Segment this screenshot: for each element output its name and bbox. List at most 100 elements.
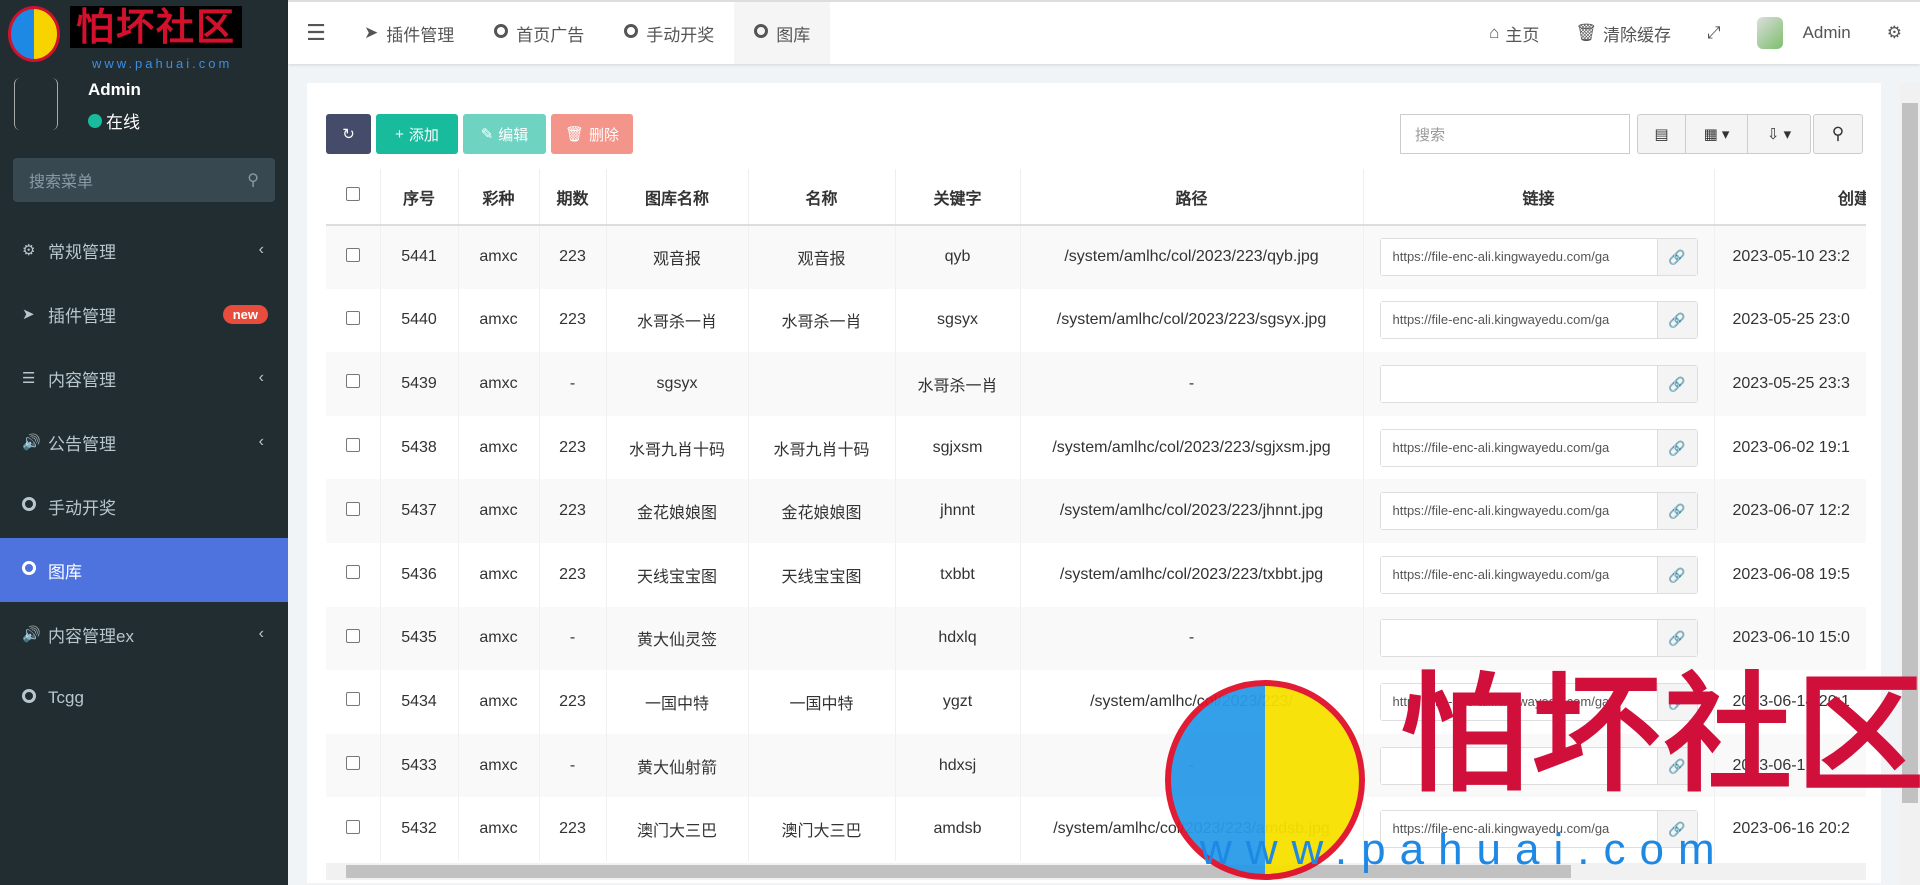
sidebar-item-7[interactable]: Tcgg [0, 666, 288, 730]
row-checkbox[interactable] [326, 352, 381, 416]
select-all-checkbox[interactable] [326, 169, 381, 226]
tab-1[interactable]: 首页广告 [474, 2, 604, 64]
row-checkbox[interactable] [326, 606, 381, 671]
columns-dropdown-icon[interactable]: ▦ ▾ [1686, 115, 1748, 153]
row-checkbox[interactable] [326, 479, 381, 543]
advanced-search-icon[interactable]: ⚲ [1813, 114, 1863, 154]
link-icon[interactable]: 🔗 [1656, 365, 1697, 402]
sidebar-item-0[interactable]: ⚙ 常规管理 ‹ [0, 218, 288, 282]
table-row[interactable]: 5439 amxc - sgsyx 水哥杀一肖 - 🔗 2023-05-25 23:3 [326, 352, 1866, 416]
row-checkbox[interactable] [326, 225, 381, 289]
link-icon[interactable]: 🔗 [1656, 620, 1697, 657]
link-input[interactable] [1380, 620, 1657, 657]
table-row[interactable]: 5440 amxc 223 水哥杀一肖 水哥杀一肖 sgsyx/system/amlhc/… [326, 288, 1866, 353]
vertical-scrollbar-thumb[interactable] [1902, 103, 1918, 803]
cell: amxc [458, 606, 540, 671]
sidebar-item-3[interactable]: 🔊 公告管理 ‹ [0, 410, 288, 474]
row-checkbox[interactable] [326, 733, 381, 798]
link-icon[interactable]: 🔗 [1656, 556, 1697, 593]
cell: 水哥九肖十码 [748, 415, 896, 480]
link-icon[interactable]: 🔗 [1656, 811, 1697, 848]
horizontal-scrollbar-thumb[interactable] [346, 865, 1571, 878]
tab-3[interactable]: 图库 [734, 2, 831, 64]
link-icon[interactable]: 🔗 [1656, 493, 1697, 530]
column-header[interactable]: 路径 [1020, 169, 1364, 226]
edit-button[interactable]: ✎ 编辑 [463, 114, 546, 154]
column-header[interactable]: 图库名称 [606, 169, 749, 226]
link-cell: https://file-enc-ali.kingwayedu.com/ga 🔗 [1363, 479, 1715, 543]
cell: 2023-05-25 23:0 [1714, 288, 1866, 353]
sidebar-item-1[interactable]: ➤ 插件管理 new [0, 282, 288, 346]
export-dropdown-icon[interactable]: ⇩ ▾ [1748, 115, 1810, 153]
cell: 天线宝宝图 [748, 542, 896, 607]
tab-2[interactable]: 手动开奖 [604, 2, 734, 64]
column-header[interactable]: 名称 [748, 169, 896, 226]
link-input[interactable]: https://file-enc-ali.kingwayedu.com/ga [1380, 493, 1657, 530]
vertical-scrollbar[interactable] [1900, 83, 1920, 885]
clear-cache-button[interactable]: 🗑 清除缓存 [1557, 21, 1689, 46]
user-menu[interactable]: Admin [1739, 17, 1869, 49]
list-icon: ☰ [22, 370, 36, 387]
menu-search-input[interactable]: 搜索菜单 ⚲ [13, 158, 275, 202]
cell: 2023-06-02 19:1 [1714, 415, 1866, 480]
link-icon[interactable]: 🔗 [1656, 239, 1697, 276]
cell: /system/amlhc/col/2023/223/sgsyx.jpg [1020, 288, 1364, 353]
link-input[interactable]: https://file-enc-ali.kingwayedu.com/ga [1380, 239, 1657, 276]
table-row[interactable]: 5436 amxc 223 天线宝宝图 天线宝宝图 txbbt/system/amlhc/… [326, 542, 1866, 607]
delete-button[interactable]: 🗑 删除 [551, 114, 633, 154]
logo[interactable]: 怕坏社区 www.pahuai.com [0, 0, 288, 71]
chevron-left-icon: ‹ [258, 625, 264, 642]
cell: /system/amlhc/col/2023/223/txbbt.jpg [1020, 542, 1364, 607]
horizontal-scrollbar[interactable] [326, 863, 1866, 880]
menu-toggle-icon[interactable]: ☰ [288, 20, 344, 46]
table-row[interactable]: 5432 amxc 223 澳门大三巴 澳门大三巴 amdsb/system/amlhc/… [326, 797, 1866, 861]
link-input[interactable]: https://file-enc-ali.kingwayedu.com/ga [1380, 683, 1657, 720]
link-input[interactable]: https://file-enc-ali.kingwayedu.com/ga [1380, 811, 1657, 848]
settings-gear-icon[interactable]: ⚙ [1869, 23, 1920, 43]
fullscreen-icon[interactable]: ⤢ [1689, 23, 1739, 43]
link-input[interactable]: https://file-enc-ali.kingwayedu.com/ga [1380, 302, 1657, 339]
link-icon[interactable]: 🔗 [1656, 429, 1697, 466]
cell: 5440 [380, 288, 459, 353]
cell: 5441 [380, 225, 459, 289]
row-checkbox[interactable] [326, 670, 381, 734]
link-icon[interactable]: 🔗 [1656, 683, 1697, 720]
toggle-view-icon[interactable]: ▤ [1638, 115, 1686, 153]
tab-0[interactable]: ➤ 插件管理 [344, 2, 474, 64]
sidebar-item-5[interactable]: 图库 [0, 538, 288, 602]
column-header[interactable]: 创建时间 [1714, 169, 1866, 226]
table-row[interactable]: 5437 amxc 223 金花娘娘图 金花娘娘图 jhnnt/system/amlhc/… [326, 479, 1866, 543]
cell [748, 733, 896, 798]
sidebar-item-2[interactable]: ☰ 内容管理 ‹ [0, 346, 288, 410]
link-icon[interactable]: 🔗 [1656, 747, 1697, 784]
link-input[interactable] [1380, 747, 1657, 784]
table-row[interactable]: 5438 amxc 223 水哥九肖十码 水哥九肖十码 sgjxsm/system/aml… [326, 415, 1866, 480]
column-header[interactable]: 关键字 [895, 169, 1021, 226]
refresh-button[interactable]: ↻ [326, 114, 371, 154]
column-header[interactable]: 期数 [539, 169, 607, 226]
home-button[interactable]: ⌂ 主页 [1471, 21, 1557, 46]
sidebar-item-6[interactable]: 🔊 内容管理ex ‹ [0, 602, 288, 666]
table-row[interactable]: 5435 amxc - 黄大仙灵签 hdxlq - 🔗 2023-06-10 15:0 [326, 606, 1866, 671]
row-checkbox[interactable] [326, 542, 381, 607]
row-checkbox[interactable] [326, 288, 381, 353]
sidebar-item-4[interactable]: 手动开奖 [0, 474, 288, 538]
table-row[interactable]: 5441 amxc 223 观音报 观音报 qyb/system/amlhc/col/20… [326, 225, 1866, 289]
column-header[interactable]: 链接 [1363, 169, 1715, 226]
table-row[interactable]: 5434 amxc 223 一国中特 一国中特 ygzt/system/amlhc/col… [326, 670, 1866, 734]
column-header[interactable]: 彩种 [458, 169, 540, 226]
row-checkbox[interactable] [326, 797, 381, 861]
column-header[interactable]: 序号 [380, 169, 459, 226]
sidebar-item-label: 公告管理 [48, 434, 116, 454]
row-checkbox[interactable] [326, 415, 381, 480]
sidebar-item-label: 手动开奖 [48, 498, 116, 518]
link-input[interactable]: https://file-enc-ali.kingwayedu.com/ga [1380, 429, 1657, 466]
table-search-input[interactable]: 搜索 [1400, 114, 1630, 154]
cell: 223 [539, 288, 607, 353]
link-icon[interactable]: 🔗 [1656, 302, 1697, 339]
rocket-icon: ➤ [364, 23, 379, 42]
link-input[interactable] [1380, 365, 1657, 402]
add-button[interactable]: + 添加 [376, 114, 458, 154]
link-input[interactable]: https://file-enc-ali.kingwayedu.com/ga [1380, 556, 1657, 593]
table-row[interactable]: 5433 amxc - 黄大仙射箭 hdxsj - 🔗 2023-06-1 [326, 733, 1866, 798]
